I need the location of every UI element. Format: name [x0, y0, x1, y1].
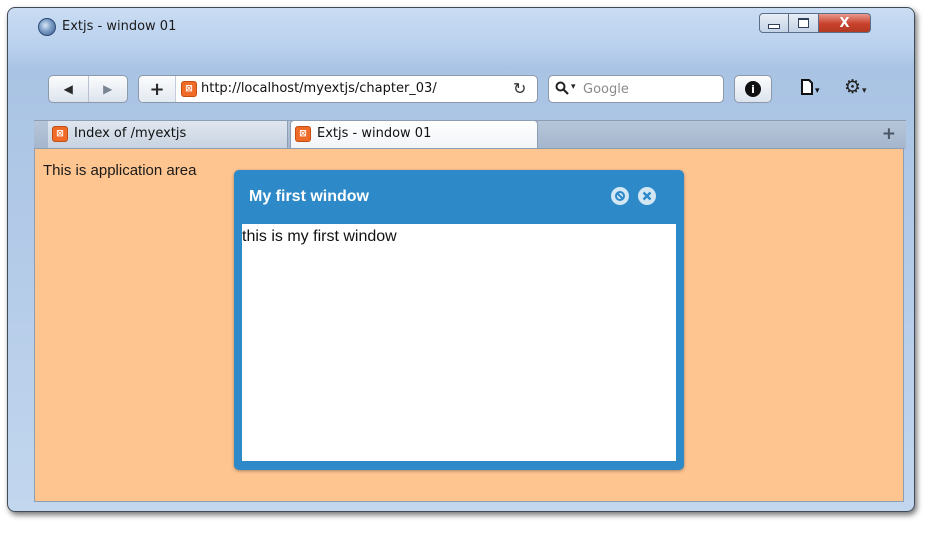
tab-strip: ⊠ Index of /myextjs ⊠ Extjs - window 01 … — [34, 120, 906, 150]
site-favicon-icon: ⊠ — [295, 126, 311, 142]
window-controls: X — [759, 13, 871, 34]
page-menu-button[interactable]: ▾ — [800, 79, 820, 97]
minimize-button[interactable] — [759, 13, 789, 33]
info-icon: i — [745, 81, 761, 97]
maximize-icon — [798, 18, 809, 28]
close-tool-button[interactable] — [638, 187, 656, 205]
site-favicon-icon: ⊠ — [52, 126, 68, 142]
add-bookmark-button[interactable]: + — [139, 76, 176, 102]
ext-window[interactable]: My first window this is my first window — [234, 170, 684, 470]
tools-menu-button[interactable]: ⚙▾ — [844, 76, 867, 98]
collapse-tool-button[interactable] — [611, 187, 629, 205]
maximize-button[interactable] — [789, 13, 819, 33]
reload-icon[interactable]: ↻ — [513, 79, 526, 98]
new-tab-button[interactable]: + — [882, 124, 896, 144]
address-bar[interactable]: + ⊠ http://localhost/myextjs/chapter_03/… — [138, 75, 538, 103]
tab-label: Index of /myextjs — [74, 126, 187, 141]
collapse-icon — [615, 191, 625, 201]
forward-button[interactable]: ▶ — [87, 76, 128, 102]
page-menu-icon — [801, 79, 813, 95]
tab-label: Extjs - window 01 — [317, 126, 432, 141]
application-area-text: This is application area — [43, 162, 197, 179]
ext-window-title: My first window — [249, 188, 369, 205]
navigation-toolbar: ◀ ▶ + ⊠ http://localhost/myextjs/chapter… — [34, 73, 906, 113]
url-field[interactable]: http://localhost/myextjs/chapter_03/ — [201, 81, 507, 96]
close-icon — [642, 191, 652, 201]
search-icon[interactable] — [555, 81, 569, 95]
window-title: Extjs - window 01 — [62, 19, 177, 34]
site-info-button[interactable]: i — [734, 75, 772, 103]
gear-icon: ⚙ — [844, 76, 862, 98]
close-button[interactable]: X — [819, 13, 871, 33]
back-button[interactable]: ◀ — [49, 76, 88, 102]
browser-logo-icon — [38, 18, 56, 36]
back-arrow-icon: ◀ — [63, 82, 73, 96]
tab-extjs-window[interactable]: ⊠ Extjs - window 01 — [290, 120, 538, 150]
ext-window-body: this is my first window — [242, 224, 676, 461]
forward-arrow-icon: ▶ — [103, 82, 113, 96]
search-dropdown-icon: ▾ — [571, 82, 576, 92]
back-forward-group: ◀ ▶ — [48, 75, 128, 103]
minimize-icon — [768, 23, 780, 29]
search-box: ▾ — [548, 75, 724, 103]
site-favicon-icon: ⊠ — [181, 81, 197, 97]
tab-index-myextjs[interactable]: ⊠ Index of /myextjs — [48, 121, 288, 148]
ext-window-body-text: this is my first window — [242, 228, 397, 245]
search-input[interactable] — [583, 80, 719, 98]
